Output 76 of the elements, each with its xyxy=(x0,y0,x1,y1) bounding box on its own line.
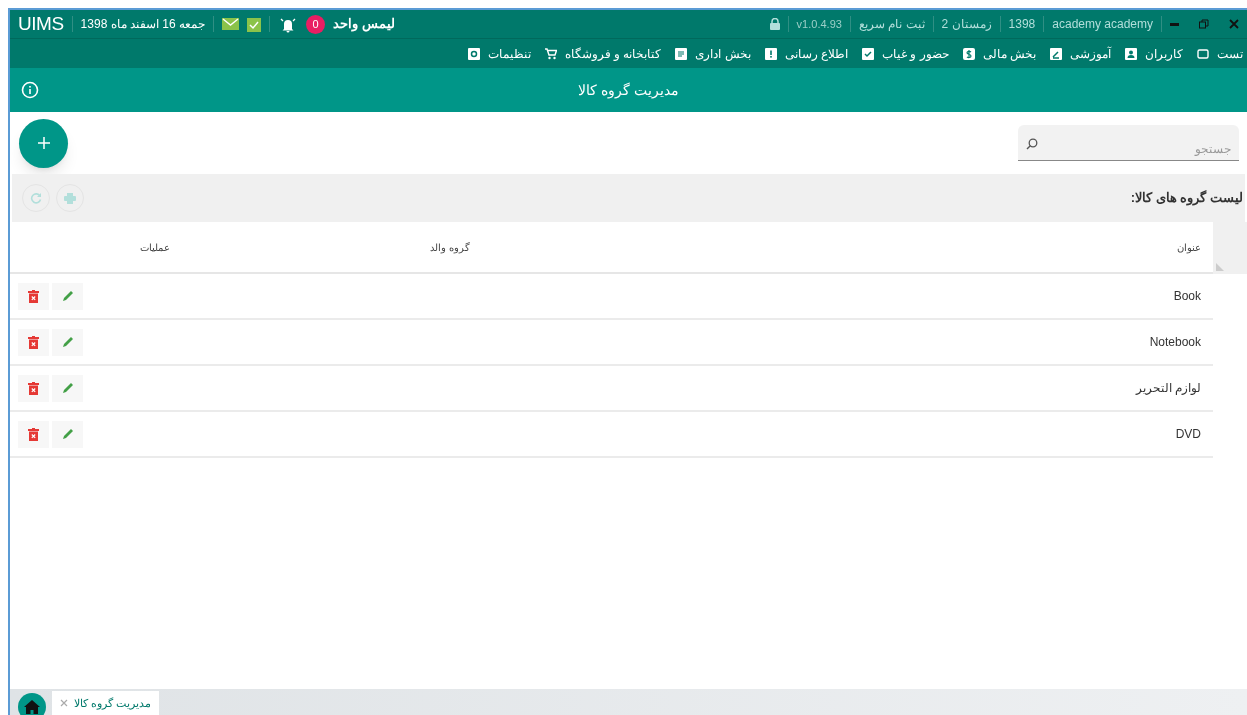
menu-item[interactable]: حضور و غیاب xyxy=(862,44,949,63)
column-header[interactable]: گروه والد xyxy=(170,239,730,255)
edit-button[interactable] xyxy=(52,328,83,356)
close-button[interactable] xyxy=(1229,19,1239,29)
quick-register-link[interactable]: ثبت نام سریع xyxy=(858,15,925,33)
menu-item[interactable]: اطلاع رسانی xyxy=(764,44,848,63)
notification-badge: 0 xyxy=(306,14,326,34)
menu-item[interactable]: تست xyxy=(1197,44,1243,63)
table-cell-text: DVD xyxy=(1174,426,1202,443)
menu-item[interactable]: آموزشی xyxy=(1050,44,1111,63)
pencil-icon xyxy=(60,335,75,349)
close-tab-button[interactable] xyxy=(60,699,68,707)
table-cell-text: Notebook xyxy=(1148,334,1202,351)
pencil-icon xyxy=(60,289,75,303)
menu-item[interactable]: بخش اداری xyxy=(675,44,751,63)
exclamation-icon xyxy=(764,47,777,60)
checklist-icon xyxy=(247,16,262,32)
page-title: مدیریت گروه کالا xyxy=(578,80,679,101)
tab[interactable]: مدیریت گروه کالا xyxy=(52,691,160,715)
pencil-icon xyxy=(60,381,75,395)
trash-icon xyxy=(28,381,39,395)
app-logo: UIMS xyxy=(18,11,64,36)
search-icon xyxy=(1026,138,1038,150)
plus-icon xyxy=(37,137,50,149)
menu-item[interactable]: تنظیمات xyxy=(467,44,531,63)
edit-button[interactable] xyxy=(52,374,83,402)
minimize-icon xyxy=(1170,22,1179,26)
delete-button[interactable] xyxy=(18,374,49,402)
date-text: جمعه 16 اسفند ماه 1398 xyxy=(80,16,206,33)
person-icon xyxy=(1125,47,1137,60)
list-title: لیست گروه های کالا: xyxy=(1130,189,1244,208)
menu-item[interactable]: کتابخانه و فروشگاه xyxy=(544,44,662,63)
square-icon xyxy=(1197,47,1209,60)
dollar-icon xyxy=(962,47,975,60)
add-button[interactable] xyxy=(19,118,68,168)
pencil-icon xyxy=(60,427,75,441)
minimize-button[interactable] xyxy=(1170,22,1179,26)
tab-label: مدیریت گروه کالا xyxy=(74,695,152,712)
document-icon xyxy=(675,47,688,60)
pencil-icon xyxy=(1050,47,1062,60)
envelope-icon xyxy=(222,18,240,30)
info-icon[interactable] xyxy=(21,81,39,99)
year-text: 1398 xyxy=(1008,16,1036,33)
delete-button[interactable] xyxy=(18,420,49,448)
home-icon xyxy=(24,700,40,714)
trash-icon xyxy=(28,289,39,303)
trash-icon xyxy=(28,335,39,349)
edit-button[interactable] xyxy=(52,420,83,448)
delete-button[interactable] xyxy=(18,282,49,310)
column-header[interactable]: عنوان xyxy=(730,239,1213,255)
cart-icon xyxy=(544,47,557,60)
lock-icon xyxy=(769,18,780,30)
version-text: v1.0.4.93 xyxy=(796,16,842,32)
edit-button[interactable] xyxy=(52,282,83,310)
tasks-button[interactable] xyxy=(247,16,262,32)
mail-button[interactable] xyxy=(222,18,240,30)
column-header[interactable]: عملیات xyxy=(10,239,170,255)
checkbox-icon xyxy=(862,47,874,60)
refresh-icon xyxy=(30,192,42,204)
restore-button[interactable] xyxy=(1199,19,1209,29)
delete-button[interactable] xyxy=(18,328,49,356)
user-name: academy academy xyxy=(1052,16,1153,33)
search-field[interactable]: جستجو xyxy=(1018,125,1239,161)
table-cell-text: Book xyxy=(1172,288,1202,305)
table-cell-text: لوازم التحریر xyxy=(1134,380,1202,397)
gear-icon xyxy=(467,47,480,60)
trash-icon xyxy=(28,427,39,441)
menu-item[interactable]: کاربران xyxy=(1125,44,1183,63)
close-icon xyxy=(1229,19,1239,29)
close-icon xyxy=(60,699,68,707)
menu-item[interactable]: بخش مالی xyxy=(962,44,1036,63)
term-text: زمستان 2 xyxy=(941,16,992,33)
home-button[interactable] xyxy=(18,693,46,715)
unit-name: لیمس واحد xyxy=(333,15,395,34)
corner-triangle-icon xyxy=(1216,263,1224,271)
restore-icon xyxy=(1199,19,1209,29)
